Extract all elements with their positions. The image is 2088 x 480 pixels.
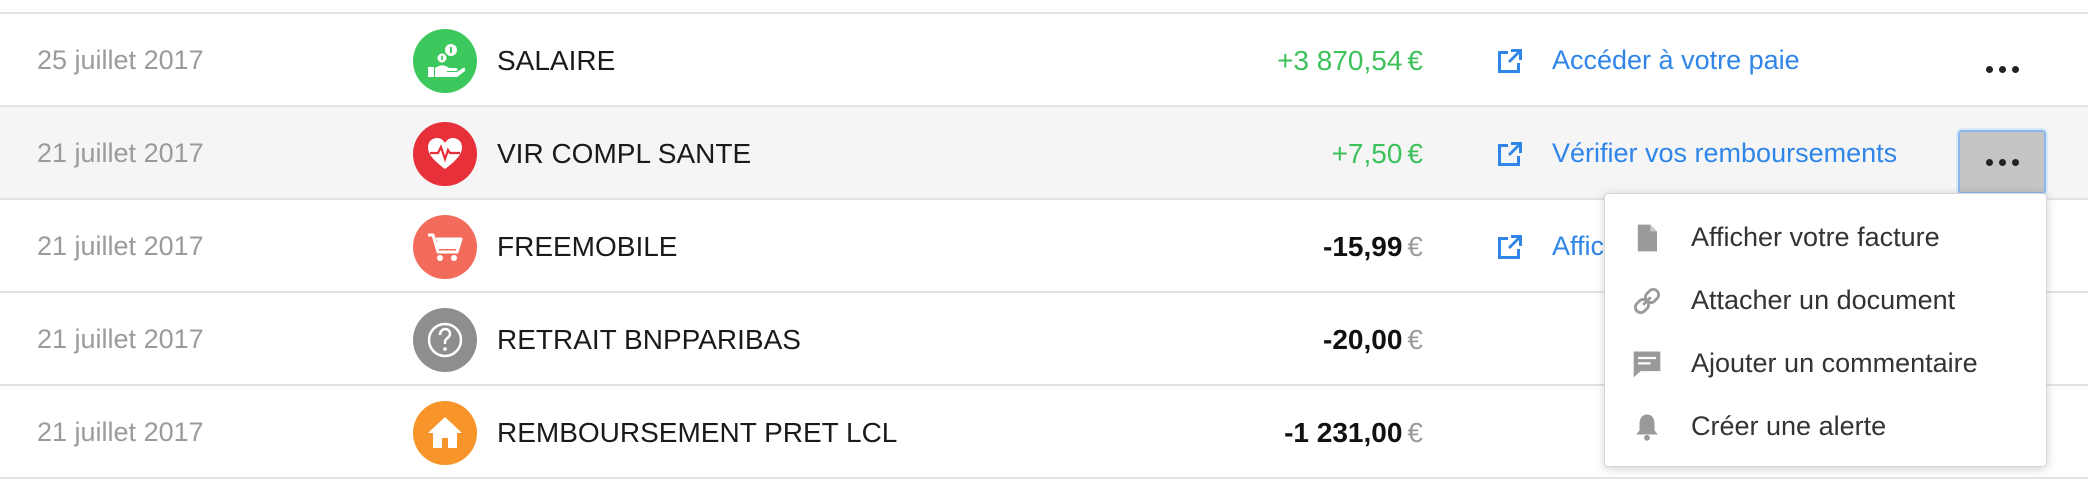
- menu-item-label: Afficher votre facture: [1691, 222, 1940, 252]
- check-reimbursements-link[interactable]: Vérifier vos remboursements: [1494, 107, 1897, 200]
- transaction-label: RETRAIT BNPPARIBAS: [497, 324, 801, 355]
- salary-hand-coins-icon: [413, 29, 477, 93]
- question-mark-icon: [413, 308, 477, 372]
- transaction-amount: -1 231,00 €: [1284, 417, 1423, 448]
- show-invoice-link[interactable]: Affic: [1494, 200, 1604, 293]
- transaction-date: 21 juillet 2017: [37, 417, 204, 447]
- action-label: Affic: [1552, 231, 1605, 261]
- access-payslip-link[interactable]: Accéder à votre paie: [1494, 14, 1800, 107]
- transaction-label: VIR COMPL SANTE: [497, 138, 752, 169]
- action-label: Vérifier vos remboursements: [1552, 138, 1898, 168]
- transaction-label: REMBOURSEMENT PRET LCL: [497, 417, 898, 448]
- more-options-menu: Afficher votre facture Attacher un docum…: [1604, 193, 2047, 467]
- transaction-date: 21 juillet 2017: [37, 138, 204, 168]
- transaction-amount: +7,50 €: [1331, 138, 1423, 169]
- external-link-icon: [1498, 48, 1522, 73]
- transaction-date: 21 juillet 2017: [37, 324, 204, 354]
- document-icon: [1629, 220, 1665, 256]
- transaction-amount: +3 870,54 €: [1277, 45, 1423, 76]
- external-link-icon: [1498, 141, 1522, 166]
- transaction-row-salaire[interactable]: 25 juillet 2017 SALAIRE +3 870,54 € Accéd…: [0, 14, 2088, 107]
- menu-item-create-alert[interactable]: Créer une alerte: [1605, 395, 2046, 458]
- menu-item-attach-document[interactable]: Attacher un document: [1605, 269, 2046, 332]
- transaction-amount: -20,00 €: [1323, 324, 1423, 355]
- menu-item-label: Ajouter un commentaire: [1691, 348, 1978, 378]
- menu-item-label: Attacher un document: [1691, 285, 1956, 315]
- external-link-icon: [1498, 234, 1522, 259]
- more-options-button[interactable]: [1958, 37, 2046, 101]
- comment-icon: [1629, 346, 1665, 382]
- health-heart-icon: [413, 122, 477, 186]
- transaction-date: 21 juillet 2017: [37, 231, 204, 261]
- menu-item-label: Créer une alerte: [1691, 411, 1887, 441]
- transaction-row-vir-compl-sante[interactable]: 21 juillet 2017 VIR COMPL SANTE +7,50 € V…: [0, 107, 2088, 200]
- bell-icon: [1629, 409, 1665, 445]
- transaction-label: FREEMOBILE: [497, 231, 678, 262]
- link-icon: [1629, 283, 1665, 319]
- house-icon: [413, 401, 477, 465]
- more-options-button-active[interactable]: [1958, 130, 2046, 194]
- transaction-date: 25 juillet 2017: [37, 45, 204, 75]
- shopping-cart-icon: [413, 215, 477, 279]
- transaction-amount: -15,99 €: [1323, 231, 1423, 262]
- menu-item-add-comment[interactable]: Ajouter un commentaire: [1605, 332, 2046, 395]
- action-label: Accéder à votre paie: [1552, 45, 1800, 75]
- menu-item-show-invoice[interactable]: Afficher votre facture: [1605, 206, 2046, 269]
- transaction-label: SALAIRE: [497, 45, 616, 76]
